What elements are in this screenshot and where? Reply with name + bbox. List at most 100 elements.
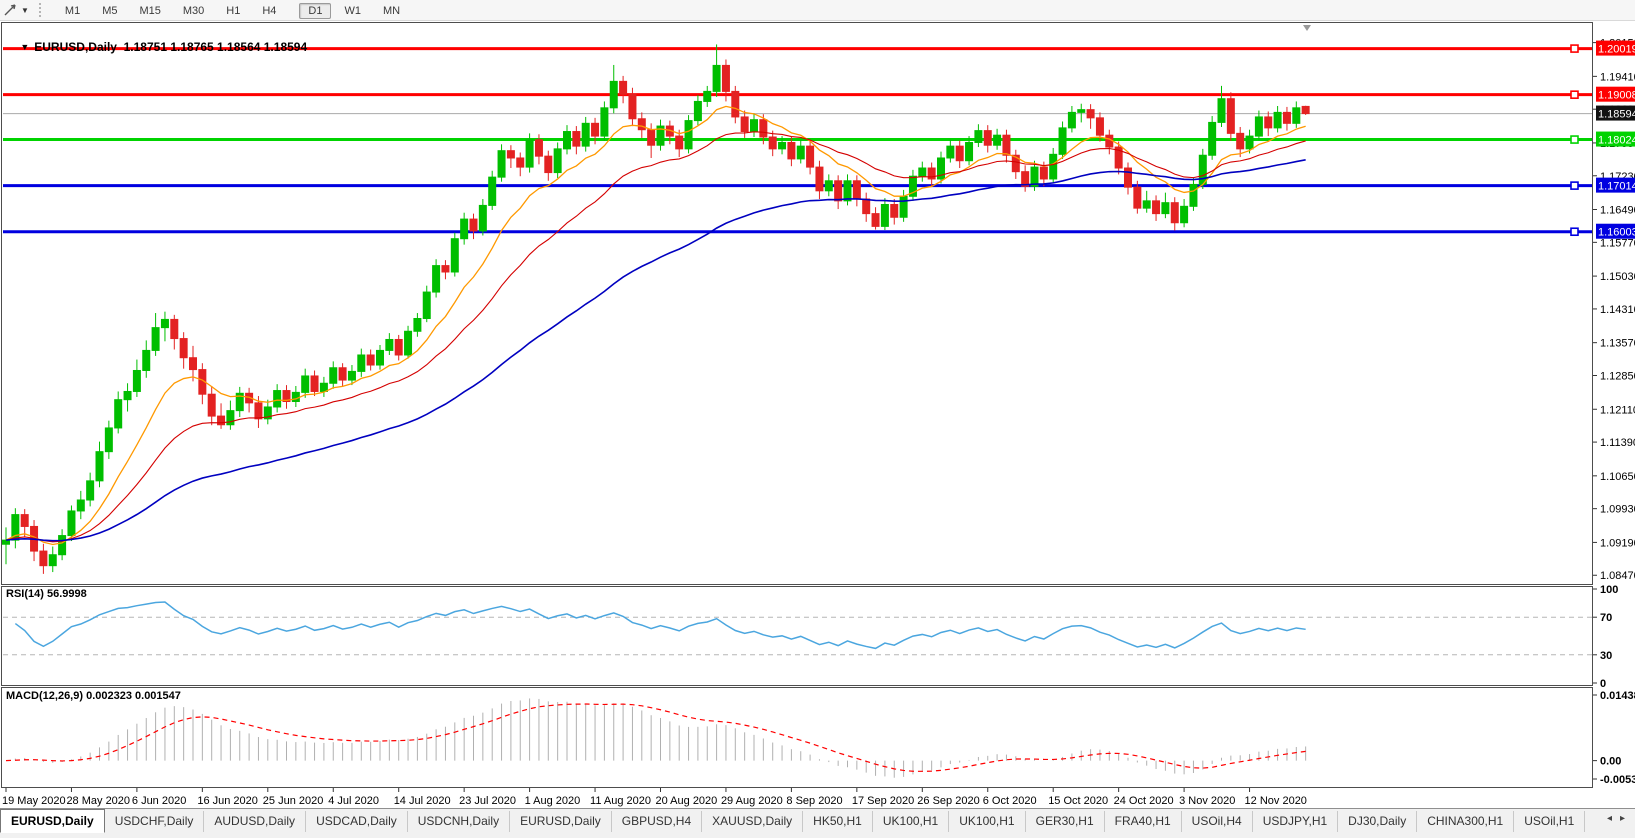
candle-body: [311, 376, 318, 392]
time-axis-label: 19 May 2020: [2, 795, 66, 807]
cursor-tool-icon[interactable]: [3, 3, 19, 17]
timeframe-button-w1[interactable]: W1: [335, 3, 370, 19]
time-axis-label: 3 Nov 2020: [1179, 795, 1235, 807]
symbol-period-label: EURUSD,Daily: [34, 40, 117, 54]
level-line-handle[interactable]: [1571, 228, 1578, 235]
candle-body: [115, 400, 122, 428]
candle-body: [180, 339, 187, 358]
candle-body: [1209, 122, 1216, 155]
time-axis-label: 28 May 2020: [66, 795, 130, 807]
candle-body: [956, 146, 963, 161]
chart-tab-uk100-h1[interactable]: UK100,H1: [949, 811, 1025, 832]
candle-body: [461, 219, 468, 239]
candle-body: [1274, 112, 1281, 128]
chart-tab-xauusd-daily[interactable]: XAUUSD,Daily: [702, 811, 803, 832]
time-axis-label: 6 Oct 2020: [983, 795, 1037, 807]
candle-body: [994, 135, 1001, 145]
candle-body: [779, 142, 786, 148]
candle-body: [1227, 99, 1234, 134]
level-line-handle[interactable]: [1571, 91, 1578, 98]
candle-body: [161, 319, 168, 327]
chart-tab-usoil-h4[interactable]: USOil,H4: [1182, 811, 1253, 832]
timeframe-button-m5[interactable]: M5: [93, 3, 126, 19]
chart-tab-usdchf-daily[interactable]: USDCHF,Daily: [105, 811, 205, 832]
chart-tab-audusd-daily[interactable]: AUDUSD,Daily: [204, 811, 306, 832]
time-axis-label: 26 Sep 2020: [917, 795, 979, 807]
candle-body: [1302, 106, 1309, 113]
candle-body: [218, 416, 225, 425]
level-line-handle[interactable]: [1571, 45, 1578, 52]
mt4-terminal: ▼ M1M5M15 M30H1H4 D1W1MN 1.201501.194101.1…: [0, 0, 1635, 838]
chart-tab-usoil-h1[interactable]: USOil,H1: [1514, 811, 1585, 832]
candle-body: [302, 376, 309, 392]
candle-body: [1181, 206, 1188, 222]
chart-tab-eurusd-daily[interactable]: EURUSD,Daily: [510, 811, 612, 832]
chart-tab-usdjpy-h1[interactable]: USDJPY,H1: [1253, 811, 1338, 832]
price-level-badge-label: 1.17014: [1598, 181, 1635, 193]
candle-body: [68, 511, 75, 536]
chart-tab-ger30-h1[interactable]: GER30,H1: [1026, 811, 1105, 832]
time-axis-label: 12 Nov 2020: [1245, 795, 1307, 807]
candle-body: [1199, 155, 1206, 184]
chart-tab-hk50-h1[interactable]: HK50,H1: [803, 811, 873, 832]
candle-body: [1265, 117, 1272, 128]
candle-body: [573, 132, 580, 147]
toolbar-grip-handle[interactable]: [39, 3, 46, 17]
price-axis-label: 1.11390: [1600, 437, 1635, 449]
time-axis-label: 16 Jun 2020: [197, 795, 258, 807]
candle-body: [255, 403, 262, 419]
candle-body: [40, 551, 47, 566]
time-axis-label: 1 Aug 2020: [525, 795, 581, 807]
candle-body: [564, 132, 571, 149]
candle-body: [1096, 118, 1103, 135]
candle-body: [966, 142, 973, 160]
tab-scroll-right-button[interactable]: ▸: [1616, 813, 1629, 824]
tool-dropdown-caret-icon[interactable]: ▼: [21, 6, 29, 15]
candle-body: [535, 140, 542, 156]
candle-body: [358, 355, 365, 371]
timeframe-button-d1[interactable]: D1: [299, 3, 331, 19]
candle-body: [1293, 108, 1300, 124]
candle-body: [1237, 133, 1244, 149]
candle-body: [807, 146, 814, 167]
chart-canvas[interactable]: 1.201501.194101.186901.179501.172301.164…: [0, 0, 1635, 838]
candle-body: [788, 142, 795, 158]
candle-body: [760, 120, 767, 137]
timeframe-button-m15[interactable]: M15: [130, 3, 169, 19]
timeframe-button-m30[interactable]: M30: [174, 3, 213, 19]
chart-menu-caret-icon[interactable]: ▼: [20, 42, 29, 52]
candle-body: [330, 368, 337, 384]
price-level-badge-label: 1.19008: [1598, 90, 1635, 102]
candle-body: [1255, 117, 1262, 136]
timeframe-button-m1[interactable]: M1: [56, 3, 89, 19]
chart-tab-dj30-daily[interactable]: DJ30,Daily: [1338, 811, 1417, 832]
chart-tab-china300-h1[interactable]: CHINA300,H1: [1417, 811, 1514, 832]
chart-tab-usdcad-daily[interactable]: USDCAD,Daily: [306, 811, 408, 832]
chart-title: ▼EURUSD,Daily 1.18751 1.18765 1.18564 1.…: [7, 26, 307, 68]
time-axis-label: 14 Jul 2020: [394, 795, 451, 807]
price-axis-label: 1.09190: [1600, 537, 1635, 549]
candle-body: [900, 196, 907, 217]
candle-body: [405, 331, 412, 355]
timeframe-button-mn[interactable]: MN: [374, 3, 409, 19]
chart-tab-usdcnh-daily[interactable]: USDCNH,Daily: [408, 811, 510, 832]
candle-body: [1003, 135, 1010, 155]
timeframe-button-h1[interactable]: H1: [217, 3, 249, 19]
price-level-badge-label: 1.16003: [1598, 227, 1635, 239]
level-line-handle[interactable]: [1571, 136, 1578, 143]
timeframe-button-h4[interactable]: H4: [253, 3, 285, 19]
candle-body: [1134, 187, 1141, 208]
candle-body: [713, 65, 720, 91]
candle-body: [507, 151, 514, 158]
chart-tab-gbpusd-h4[interactable]: GBPUSD,H4: [612, 811, 702, 832]
candle-body: [227, 411, 234, 425]
chart-tab-fra40-h1[interactable]: FRA40,H1: [1105, 811, 1182, 832]
candle-body: [386, 339, 393, 350]
chart-tab-eurusd-daily[interactable]: EURUSD,Daily: [0, 809, 105, 833]
level-line-handle[interactable]: [1571, 182, 1578, 189]
chart-tab-uk100-h1[interactable]: UK100,H1: [873, 811, 949, 832]
candle-body: [638, 119, 645, 130]
tab-scroll-left-button[interactable]: ◂: [1603, 813, 1616, 824]
main-chart-panel[interactable]: [2, 23, 1593, 585]
time-axis-label: 20 Aug 2020: [656, 795, 718, 807]
